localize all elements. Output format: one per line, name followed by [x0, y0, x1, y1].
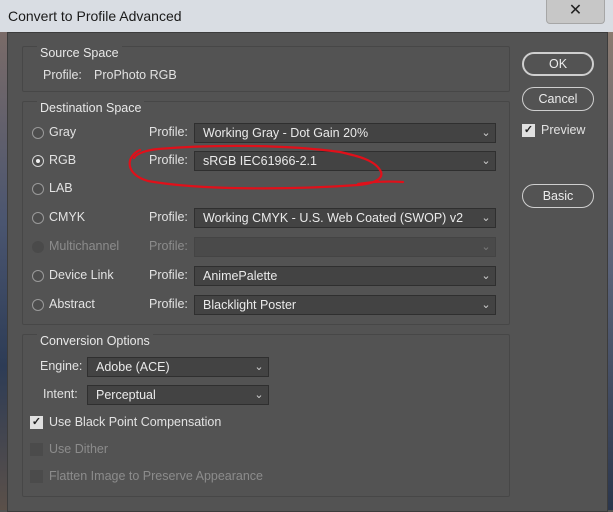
- radio-cmyk[interactable]: [32, 212, 44, 224]
- mode-label-lab[interactable]: LAB: [49, 181, 73, 195]
- intent-select[interactable]: Perceptual ⌄: [87, 385, 269, 405]
- profile-select-abstract-value: Blacklight Poster: [203, 298, 297, 312]
- conversion-options-group: Conversion Options Engine: Adobe (ACE) ⌄ …: [22, 334, 510, 497]
- ok-button[interactable]: OK: [522, 52, 594, 76]
- radio-abstract[interactable]: [32, 299, 44, 311]
- chevron-down-icon: ⌄: [481, 241, 491, 253]
- source-space-group: Source Space Profile: ProPhoto RGB: [22, 46, 510, 92]
- black-point-label[interactable]: Use Black Point Compensation: [49, 415, 221, 429]
- convert-to-profile-dialog: Convert to Profile Advanced ✕ Source Spa…: [0, 0, 613, 512]
- profile-select-device-link[interactable]: AnimePalette ⌄: [194, 266, 496, 286]
- profile-label-gray: Profile:: [149, 125, 188, 139]
- mode-label-abstract[interactable]: Abstract: [49, 297, 95, 311]
- engine-select-value: Adobe (ACE): [96, 360, 170, 374]
- profile-label-cmyk: Profile:: [149, 210, 188, 224]
- chevron-down-icon: ⌄: [481, 270, 491, 282]
- radio-lab[interactable]: [32, 183, 44, 195]
- profile-select-rgb-value: sRGB IEC61966-2.1: [203, 154, 317, 168]
- intent-label: Intent:: [43, 387, 78, 401]
- conversion-options-legend: Conversion Options: [37, 334, 153, 348]
- chevron-down-icon: ⌄: [481, 212, 491, 224]
- mode-label-gray[interactable]: Gray: [49, 125, 76, 139]
- source-profile-value: ProPhoto RGB: [94, 68, 177, 82]
- preview-label[interactable]: Preview: [541, 123, 585, 137]
- preview-checkbox[interactable]: ✓: [522, 124, 535, 137]
- intent-select-value: Perceptual: [96, 388, 156, 402]
- chevron-down-icon: ⌄: [481, 299, 491, 311]
- profile-label-abstract: Profile:: [149, 297, 188, 311]
- dither-checkbox: [30, 443, 43, 456]
- window-title: Convert to Profile Advanced: [8, 8, 182, 24]
- profile-select-multichannel: ⌄: [194, 237, 496, 257]
- destination-space-group: Destination Space Gray Profile: Working …: [22, 101, 510, 325]
- title-bar: Convert to Profile Advanced ✕: [0, 0, 613, 33]
- close-button[interactable]: ✕: [546, 0, 605, 24]
- flatten-label: Flatten Image to Preserve Appearance: [49, 469, 264, 483]
- profile-select-device-link-value: AnimePalette: [203, 269, 278, 283]
- dither-label: Use Dither: [49, 442, 109, 456]
- chevron-down-icon: ⌄: [481, 155, 491, 167]
- mode-label-device-link[interactable]: Device Link: [49, 268, 114, 282]
- radio-multichannel: [32, 241, 44, 253]
- destination-space-legend: Destination Space: [37, 101, 145, 115]
- cancel-button[interactable]: Cancel: [522, 87, 594, 111]
- mode-label-cmyk[interactable]: CMYK: [49, 210, 85, 224]
- basic-button[interactable]: Basic: [522, 184, 594, 208]
- engine-label: Engine:: [40, 359, 83, 373]
- dialog-body: Source Space Profile: ProPhoto RGB Desti…: [7, 32, 608, 512]
- profile-label-multichannel: Profile:: [149, 239, 188, 253]
- profile-select-cmyk[interactable]: Working CMYK - U.S. Web Coated (SWOP) v2…: [194, 208, 496, 228]
- profile-label-rgb: Profile:: [149, 153, 188, 167]
- mode-label-multichannel: Multichannel: [49, 239, 120, 253]
- profile-select-gray-value: Working Gray - Dot Gain 20%: [203, 126, 369, 140]
- source-space-legend: Source Space: [37, 46, 122, 60]
- background-strip-left: [0, 32, 7, 510]
- profile-select-abstract[interactable]: Blacklight Poster ⌄: [194, 295, 496, 315]
- profile-select-gray[interactable]: Working Gray - Dot Gain 20% ⌄: [194, 123, 496, 143]
- close-icon: ✕: [568, 2, 583, 19]
- engine-select[interactable]: Adobe (ACE) ⌄: [87, 357, 269, 377]
- flatten-checkbox: [30, 470, 43, 483]
- profile-label-device-link: Profile:: [149, 268, 188, 282]
- black-point-checkbox[interactable]: ✓: [30, 416, 43, 429]
- radio-rgb[interactable]: [32, 155, 44, 167]
- source-profile-label: Profile:: [43, 68, 82, 82]
- profile-select-rgb[interactable]: sRGB IEC61966-2.1 ⌄: [194, 151, 496, 171]
- chevron-down-icon: ⌄: [481, 127, 491, 139]
- radio-gray[interactable]: [32, 127, 44, 139]
- radio-device-link[interactable]: [32, 270, 44, 282]
- chevron-down-icon: ⌄: [254, 361, 264, 373]
- chevron-down-icon: ⌄: [254, 389, 264, 401]
- mode-label-rgb[interactable]: RGB: [49, 153, 76, 167]
- profile-select-cmyk-value: Working CMYK - U.S. Web Coated (SWOP) v2: [203, 211, 464, 225]
